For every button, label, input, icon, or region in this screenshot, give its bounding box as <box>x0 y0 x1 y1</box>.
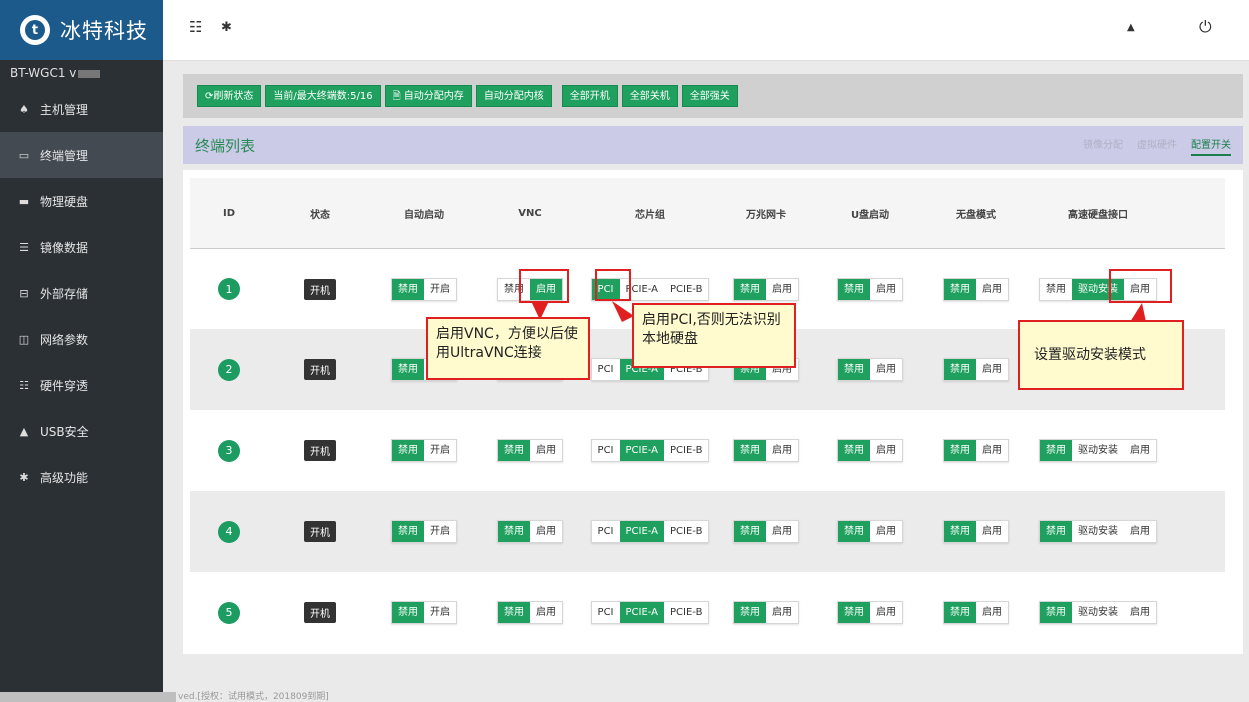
pci-callout-arrow <box>612 301 634 322</box>
hd-callout-note: 设置驱动安装模式 <box>1018 320 1184 390</box>
footer-license-text: ved.[授权：试用模式，201809到期] <box>178 692 329 702</box>
pci-callout-note: 启用PCI,否则无法识别本地硬盘 <box>632 303 796 368</box>
footer-copyright-redacted <box>0 691 176 702</box>
vnc-callout-note: 启用VNC，方便以后使用UltraVNC连接 <box>426 317 590 380</box>
footer-license: ved.[授权：试用模式，201809到期] <box>0 689 400 702</box>
